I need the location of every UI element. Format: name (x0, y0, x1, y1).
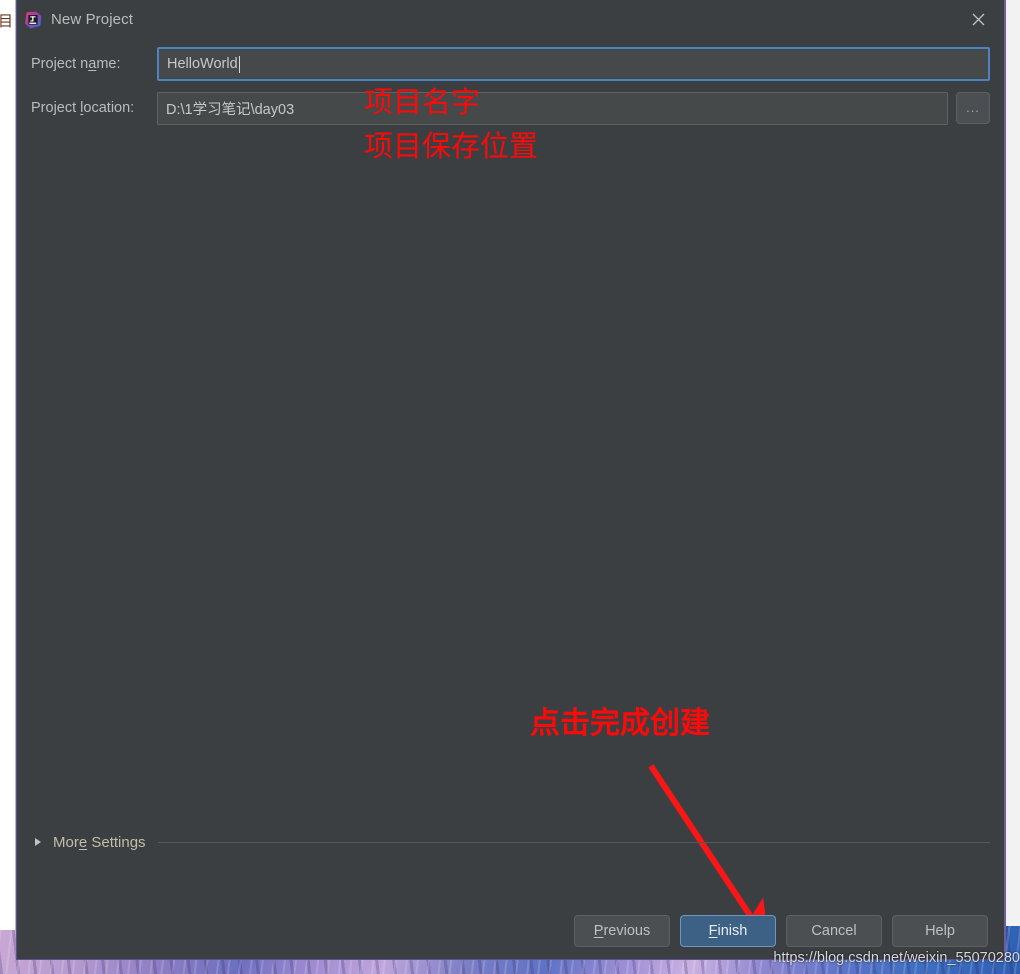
dialog-title: New Project (51, 11, 133, 28)
project-name-input[interactable]: HelloWorld (157, 47, 990, 81)
label-text-b: inish (717, 923, 748, 939)
project-name-label: Project name: (31, 56, 157, 72)
help-button[interactable]: Help (892, 915, 988, 947)
dialog-titlebar[interactable]: New Project (17, 0, 1004, 39)
project-name-value: HelloWorld (167, 56, 238, 72)
new-project-dialog: New Project Project name: HelloWorld Pro… (16, 0, 1006, 960)
project-location-value: D:\1学习笔记\day03 (166, 101, 295, 118)
background-window[interactable]: 目 (0, 0, 16, 930)
label-text-a: Cancel (811, 923, 857, 939)
project-location-input[interactable]: D:\1学习笔记\day03 (157, 91, 948, 125)
label-text-b: revious (603, 923, 651, 939)
chevron-right-icon[interactable] (35, 838, 41, 846)
separator-line (157, 841, 990, 843)
label-mnemonic: P (593, 923, 604, 939)
previous-button[interactable]: Previous (574, 915, 670, 947)
annotation-finish-hint: 点击完成创建 (530, 706, 710, 741)
label-text-b: Settings (87, 833, 146, 851)
finish-button[interactable]: Finish (680, 915, 776, 947)
annotation-project-name: 项目名字 (364, 85, 481, 119)
annotation-project-location: 项目保存位置 (364, 129, 539, 163)
project-location-label: Project location: (31, 100, 157, 116)
label-mnemonic: F (708, 923, 718, 939)
label-mnemonic: e (78, 833, 88, 851)
label-text-a: Help (925, 923, 955, 939)
intellij-idea-icon (24, 11, 42, 29)
csdn-watermark: https://blog.csdn.net/weixin_55070280 (773, 950, 1020, 966)
desktop-background: 目 New Project Project name: HelloWorld P… (0, 0, 1020, 974)
close-icon[interactable] (958, 7, 998, 33)
more-settings-row[interactable]: More Settings (31, 831, 990, 853)
cancel-button[interactable]: Cancel (786, 915, 882, 947)
label-text-a: Mor (53, 833, 79, 851)
dialog-content: Project name: HelloWorld Project locatio… (17, 39, 1004, 944)
label-text-a: Project n (31, 56, 89, 72)
label-text-b: me: (96, 56, 121, 72)
project-location-row: Project location: D:\1学习笔记\day03 ... (31, 90, 990, 126)
more-settings-label[interactable]: More Settings (53, 834, 146, 851)
browse-folder-button[interactable]: ... (956, 92, 990, 124)
project-name-row: Project name: HelloWorld (31, 46, 990, 82)
ellipsis-icon: ... (966, 100, 980, 116)
text-caret (238, 55, 240, 73)
label-text-a: Project (31, 100, 81, 116)
label-text-b: ocation: (83, 100, 135, 116)
background-window-clipped-text: 目 (0, 12, 12, 30)
